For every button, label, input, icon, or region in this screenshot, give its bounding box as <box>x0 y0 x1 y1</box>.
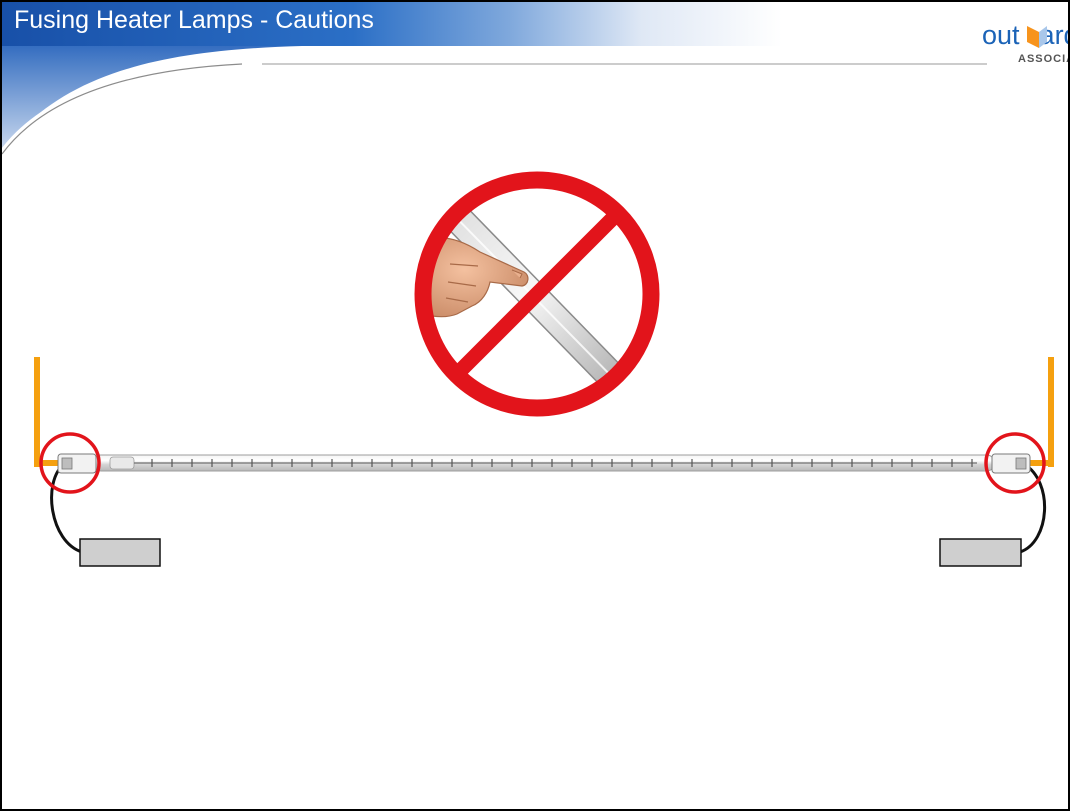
no-touch-sign <box>414 171 660 417</box>
slide: Fusing Heater Lamps - Cautions outard AS… <box>0 0 1070 811</box>
lamp-diagram <box>34 171 1054 567</box>
fusing-heater-lamp <box>57 453 1031 474</box>
left-connector-box <box>79 538 161 567</box>
left-bracket <box>34 357 62 467</box>
right-bracket <box>1022 357 1054 467</box>
right-connector-box <box>939 538 1022 567</box>
left-cable <box>50 462 83 554</box>
